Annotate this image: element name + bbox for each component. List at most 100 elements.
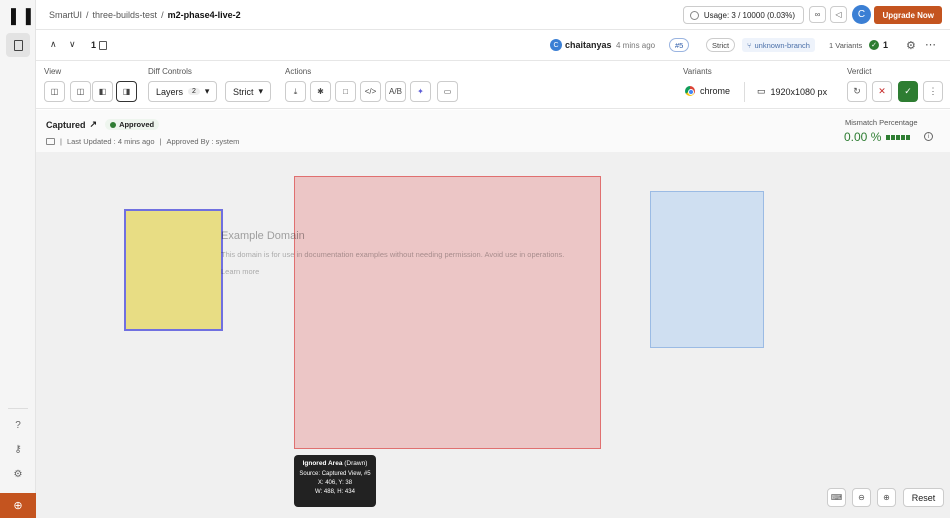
breadcrumb-org[interactable]: SmartUI <box>49 10 82 20</box>
usage-indicator[interactable]: Usage: 3 / 10000 (0.03%) <box>682 6 804 24</box>
square-icon: □ <box>343 87 348 96</box>
select-area-button[interactable]: □ <box>335 81 356 102</box>
strict-dropdown[interactable]: Strict ▾ <box>225 81 272 102</box>
key-icon[interactable]: ⚷ <box>12 444 24 456</box>
code-button[interactable]: </> <box>360 81 381 102</box>
breadcrumb: SmartUI / three-builds-test / m2-phase4-… <box>49 10 241 20</box>
logo: ▌▐ <box>11 8 31 24</box>
tooltip-header: Ignored Area (Drawn) <box>294 460 376 467</box>
snapshot-index-value: 1 <box>91 40 97 50</box>
caret-down-icon: ▾ <box>258 86 264 96</box>
more-icon[interactable]: ⋯ <box>925 38 937 51</box>
view-slider-button[interactable]: ◨ <box>116 81 137 102</box>
user-avatar[interactable]: C <box>852 5 871 24</box>
toolbar: View ◫ ◫ ◧ ◨ Diff Controls Layers 2 ▾ St… <box>36 61 950 109</box>
usage-ring-icon <box>689 10 699 20</box>
text-compare-icon: A/B <box>389 87 402 96</box>
view-label: View <box>44 67 62 76</box>
sparkle-icon: ✦ <box>417 87 424 96</box>
view-overlay-button[interactable]: ◧ <box>92 81 113 102</box>
build-number-badge[interactable]: #5 <box>669 38 690 52</box>
blue-region[interactable] <box>650 191 764 348</box>
approved-by: Approved By : system <box>166 137 240 146</box>
status-badge: Approved <box>105 119 160 130</box>
caret-down-icon: ▾ <box>204 86 210 96</box>
layers-count: 2 <box>188 88 200 95</box>
upgrade-shortcut-button[interactable]: ⊕ <box>0 493 36 518</box>
chevron-up-icon[interactable]: ∧ <box>50 39 57 50</box>
diff-controls-label: Diff Controls <box>148 67 192 76</box>
ai-button[interactable]: ✦ <box>410 81 431 102</box>
approve-button[interactable]: ✓ <box>898 81 918 102</box>
tooltip-subtitle: (Drawn) <box>344 460 368 467</box>
bug-icon: ✱ <box>317 87 324 96</box>
document-icon <box>13 39 23 51</box>
breadcrumb-project[interactable]: three-builds-test <box>93 10 158 20</box>
meta-separator: | <box>159 137 162 146</box>
nav-builds[interactable] <box>6 33 30 57</box>
zoom-in-icon: ⊕ <box>883 493 890 502</box>
settings-icon[interactable]: ⚙ <box>12 469 24 481</box>
mismatch-value: 0.00 % <box>844 130 911 144</box>
resolution-variant[interactable]: ▭ 1920x1080 px <box>757 86 827 97</box>
verdict-label: Verdict <box>847 67 872 76</box>
author-avatar: C <box>550 39 562 51</box>
screenshot-canvas[interactable]: Example Domain This domain is for use in… <box>36 152 950 518</box>
link-icon[interactable]: ∞ <box>809 6 826 23</box>
layers-dropdown[interactable]: Layers 2 ▾ <box>148 81 218 102</box>
view-single-button[interactable]: ◫ <box>44 81 65 102</box>
single-view-icon: ◫ <box>50 87 59 96</box>
approved-count: 1 <box>883 40 889 50</box>
close-icon: ✕ <box>878 86 886 96</box>
snapshot-index: 1 <box>91 40 108 50</box>
breadcrumb-separator: / <box>86 9 89 20</box>
mismatch-percentage: 0.00 % <box>844 130 882 144</box>
breadcrumb-separator: / <box>161 9 164 20</box>
layers-label: Layers <box>156 86 184 97</box>
external-link-icon[interactable]: ↗ <box>90 119 98 130</box>
announcement-icon[interactable]: ◁ <box>830 6 847 23</box>
branch-icon: ⑂ <box>747 40 752 50</box>
info-icon[interactable]: i <box>924 132 933 141</box>
page-preview-link: Learn more <box>221 267 260 276</box>
gear-icon[interactable]: ⚙ <box>906 39 916 52</box>
upgrade-button[interactable]: Upgrade Now <box>874 6 942 24</box>
keyboard-shortcuts-button[interactable]: ⌨ <box>827 488 846 507</box>
view-side-by-side-button[interactable]: ◫ <box>70 81 91 102</box>
zoom-in-button[interactable]: ⊕ <box>877 488 896 507</box>
region-tooltip: Ignored Area (Drawn) Source: Captured Vi… <box>294 455 376 507</box>
snapshot-meta: | Last Updated : 4 mins ago | Approved B… <box>46 137 239 146</box>
more-vertical-icon: ⋮ <box>928 86 938 96</box>
comment-button[interactable]: ▭ <box>437 81 458 102</box>
copy-icon[interactable] <box>99 40 108 50</box>
text-compare-button[interactable]: A/B <box>385 81 406 102</box>
chevron-down-icon[interactable]: ∨ <box>69 39 76 50</box>
download-button[interactable]: ⤓ <box>285 81 306 102</box>
snapshot-nav-bar: ∧ ∨ 1 C chaitanyas 4 mins ago #5 Strict … <box>36 30 950 61</box>
strict-label: Strict <box>233 86 254 97</box>
reject-button[interactable]: ✕ <box>872 81 892 102</box>
resolution-value: 1920x1080 px <box>770 86 828 97</box>
arrow-up-circle-icon: ⊕ <box>13 500 23 512</box>
branch-name: unknown-branch <box>754 40 810 50</box>
verdict-more-button[interactable]: ⋮ <box>923 81 943 102</box>
browser-name: chrome <box>700 86 731 96</box>
variants-label: Variants <box>683 67 712 76</box>
reset-button[interactable]: Reset <box>903 488 944 507</box>
variants-count: 1 Variants <box>829 41 863 50</box>
overlay-view-icon: ◧ <box>98 87 107 96</box>
last-updated: Last Updated : 4 mins ago <box>66 137 155 146</box>
branch-badge: ⑂ unknown-branch <box>742 38 815 52</box>
help-icon[interactable]: ? <box>12 420 24 432</box>
tooltip-title: Ignored Area <box>302 460 343 467</box>
author-time: 4 mins ago <box>616 41 656 50</box>
zoom-out-button[interactable]: ⊖ <box>852 488 871 507</box>
bug-button[interactable]: ✱ <box>310 81 331 102</box>
captured-label: Captured <box>46 119 86 130</box>
status-badge-label: Approved <box>119 120 155 129</box>
refresh-button[interactable]: ↻ <box>847 81 867 102</box>
chrome-icon <box>685 86 695 96</box>
ignored-area-region[interactable] <box>294 176 601 449</box>
yellow-region[interactable] <box>124 209 223 331</box>
browser-variant[interactable]: chrome <box>685 86 730 96</box>
